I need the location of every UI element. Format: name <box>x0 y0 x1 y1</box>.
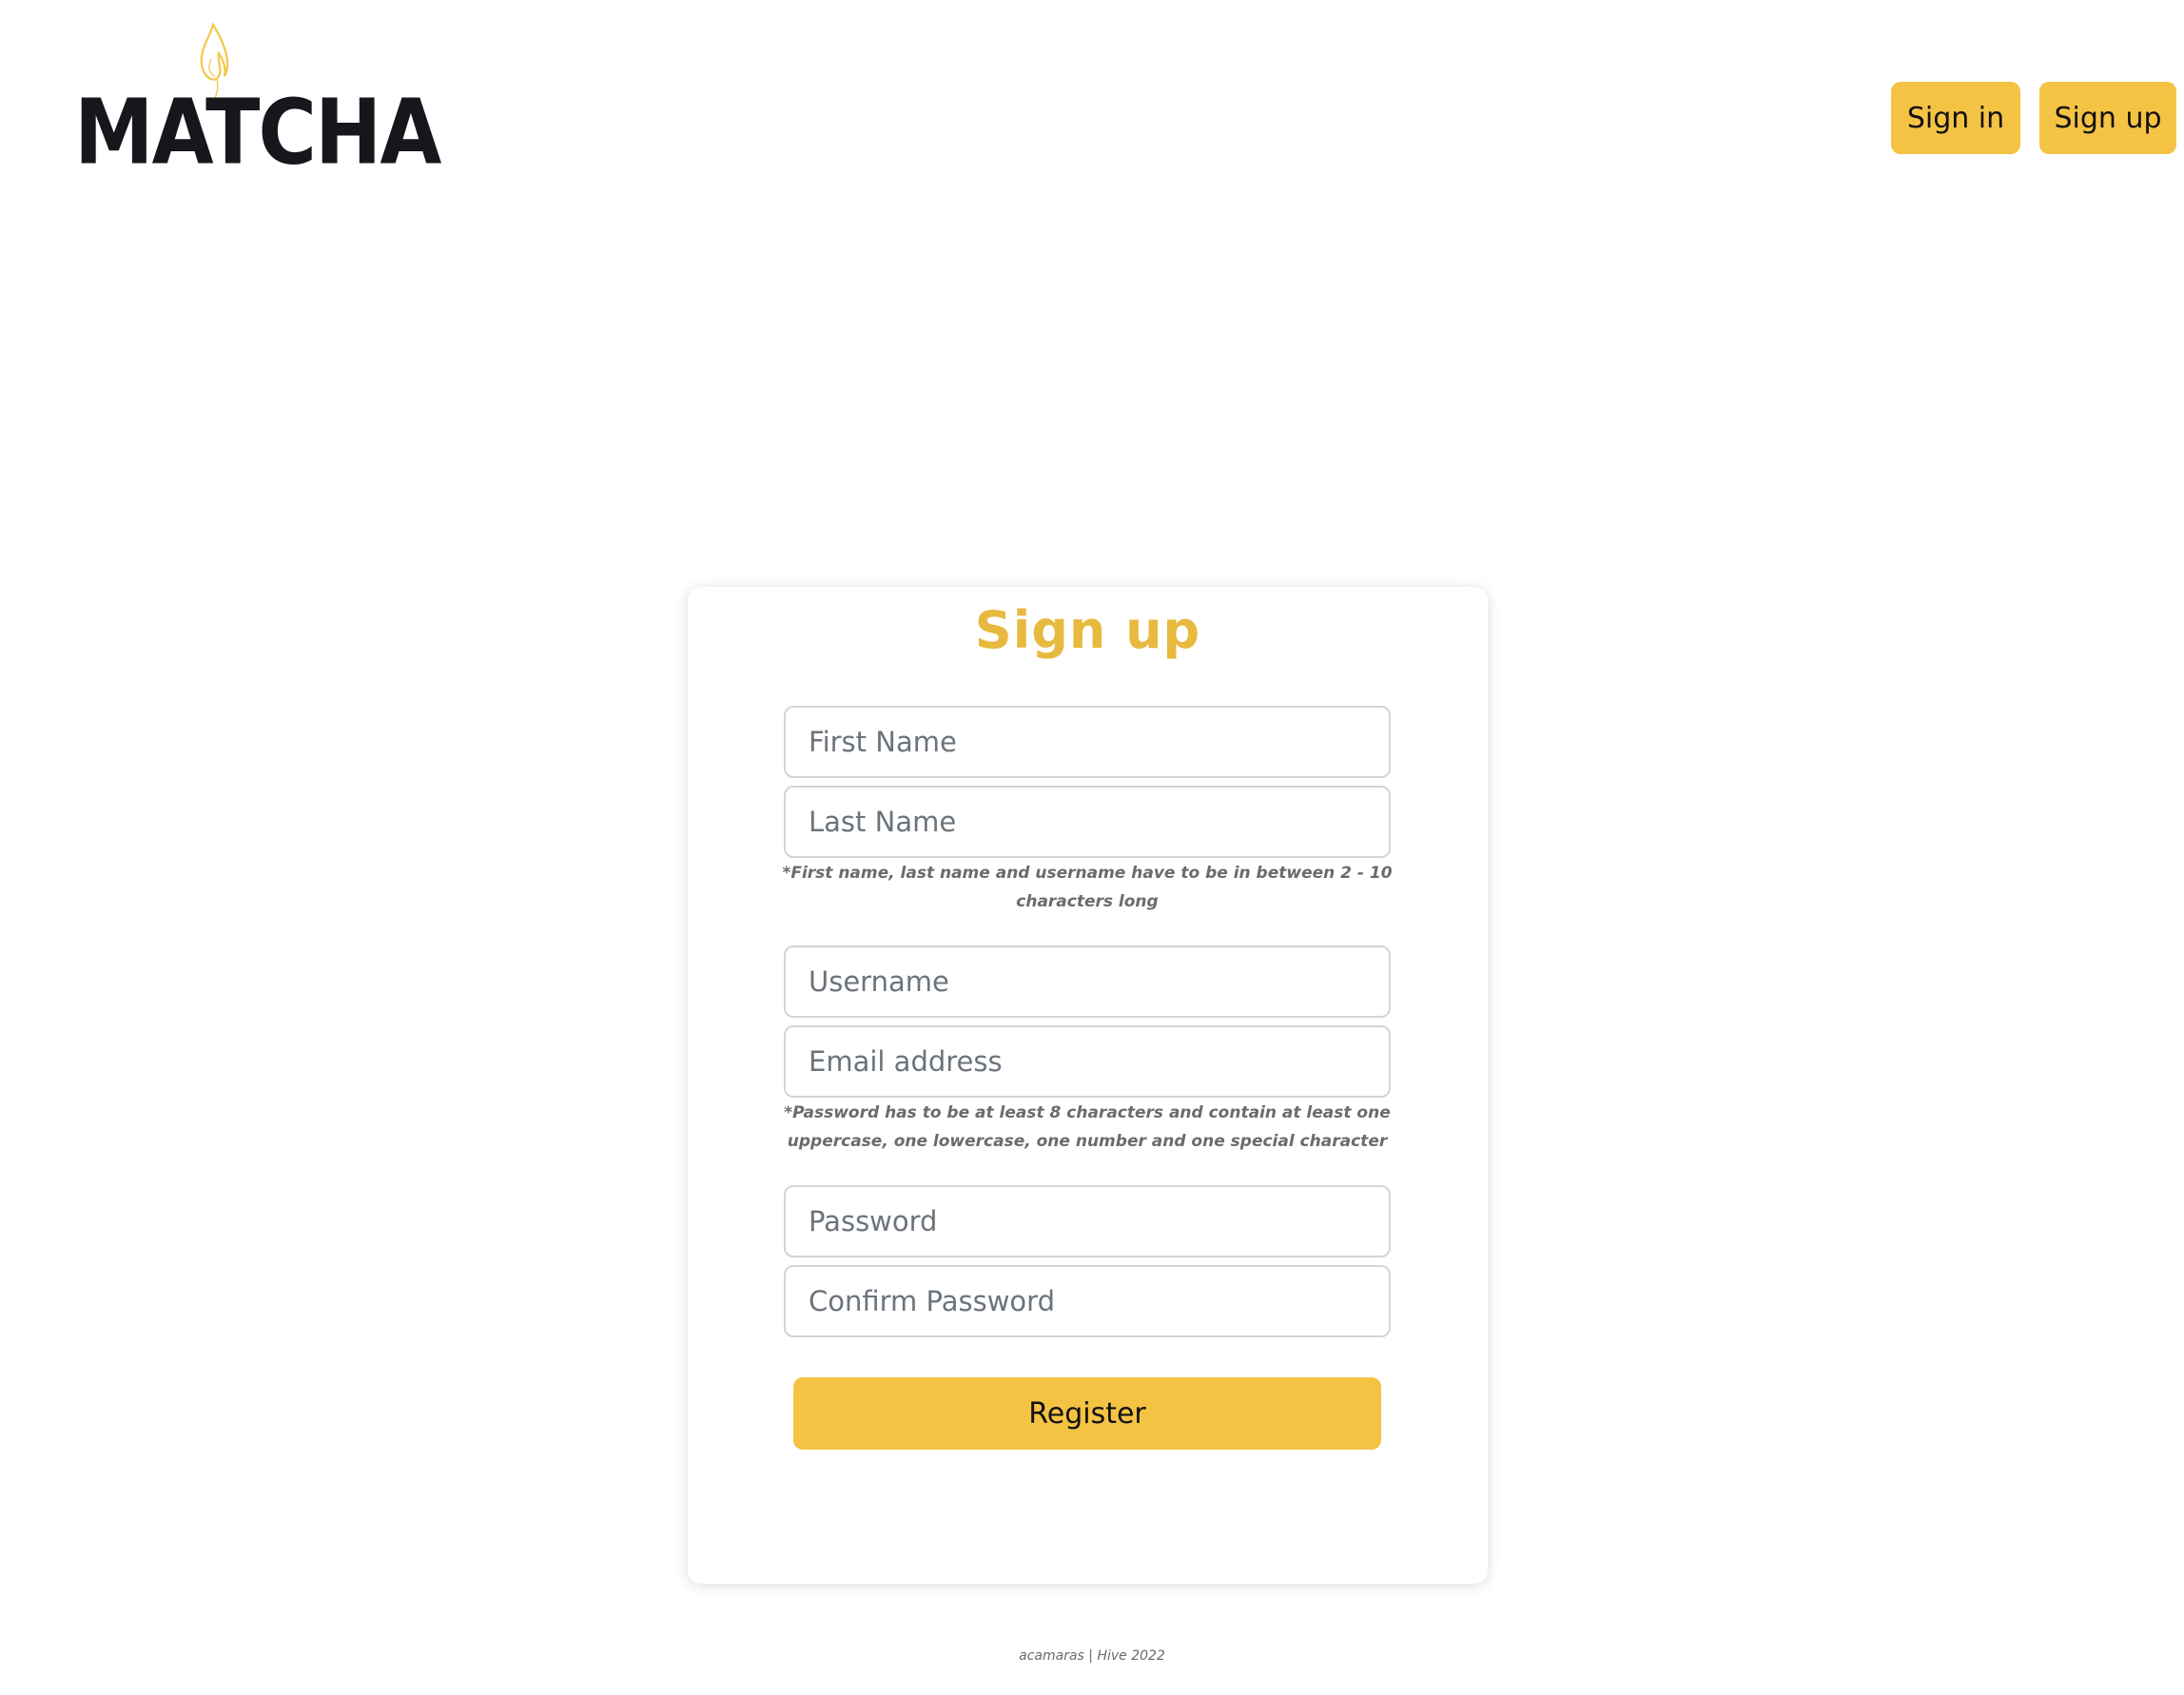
confirm-password-input[interactable] <box>784 1265 1391 1337</box>
register-button[interactable]: Register <box>793 1377 1381 1450</box>
password-input[interactable] <box>784 1185 1391 1257</box>
sign-in-button[interactable]: Sign in <box>1891 82 2020 154</box>
sign-up-button[interactable]: Sign up <box>2039 82 2176 154</box>
username-input[interactable] <box>784 945 1391 1018</box>
email-input[interactable] <box>784 1025 1391 1098</box>
password-requirements-hint: *Password has to be at least 8 character… <box>784 1103 1391 1151</box>
footer-credit: acamaras | Hive 2022 <box>1019 1648 1165 1664</box>
logo-text: MATCHA <box>74 80 441 185</box>
name-requirements-hint: *First name, last name and username have… <box>782 864 1393 911</box>
page: MATCHA Sign in Sign up Sign up *First na… <box>0 0 2184 1695</box>
first-name-input[interactable] <box>784 706 1391 778</box>
last-name-input[interactable] <box>784 786 1391 858</box>
matcha-logo[interactable]: MATCHA <box>67 21 441 177</box>
signup-title: Sign up <box>974 600 1201 660</box>
signup-card: Sign up *First name, last name and usern… <box>688 587 1488 1584</box>
